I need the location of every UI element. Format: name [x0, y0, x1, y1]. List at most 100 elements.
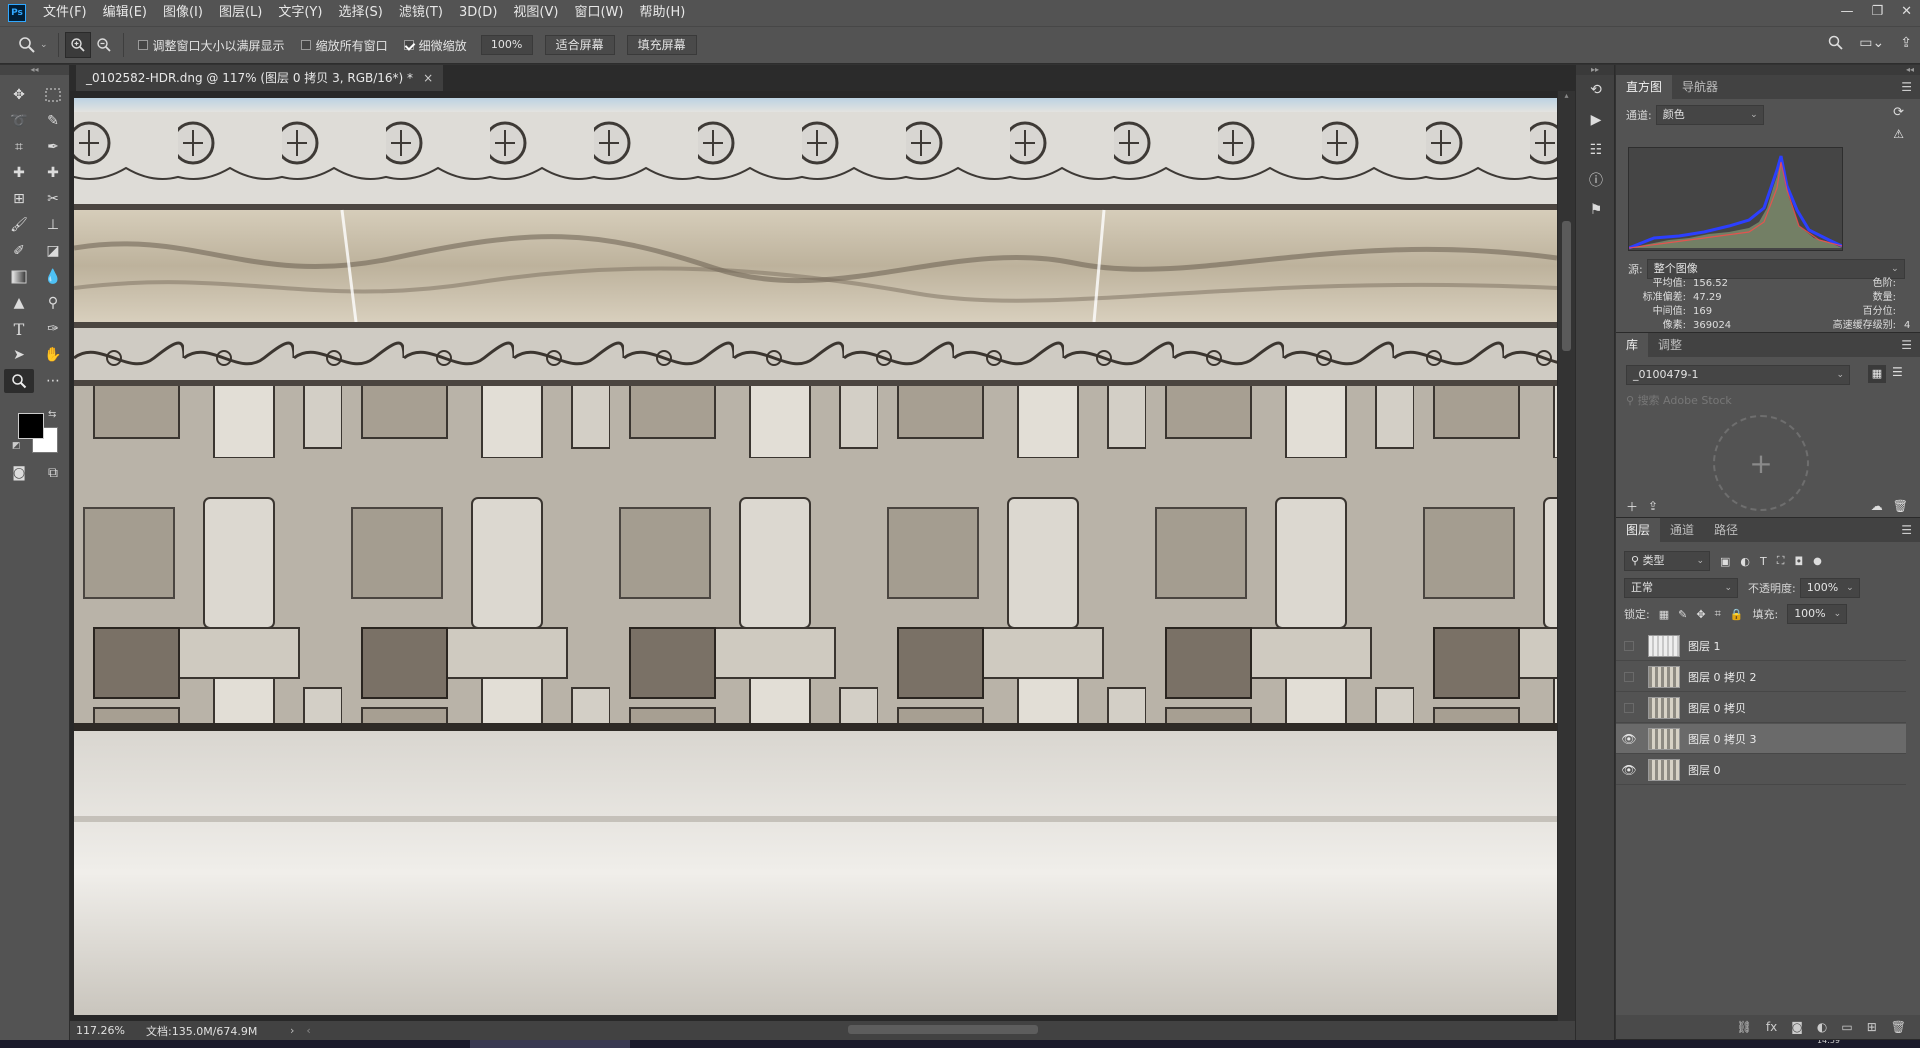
- tab-libraries[interactable]: 库: [1616, 333, 1649, 357]
- eraser-tool-icon[interactable]: ◪: [38, 239, 68, 263]
- tab-navigator[interactable]: 导航器: [1672, 75, 1728, 99]
- preset-chevron-down-icon[interactable]: ⌄: [40, 40, 48, 50]
- share-icon[interactable]: ⇪: [1900, 35, 1912, 54]
- layer-row[interactable]: 图层 0 拷贝: [1616, 693, 1906, 723]
- image-canvas[interactable]: [74, 98, 1557, 1015]
- document-tab[interactable]: _0102582-HDR.dng @ 117% (图层 0 拷贝 3, RGB/…: [76, 65, 444, 91]
- blend-mode-dropdown[interactable]: 正常 ⌄: [1624, 578, 1738, 598]
- healing-brush-tool-icon[interactable]: ✚: [4, 161, 34, 185]
- lasso-tool-icon[interactable]: ➰: [4, 109, 34, 133]
- menu-window[interactable]: 窗口(W): [566, 0, 631, 26]
- refresh-icon[interactable]: ⟳: [1893, 105, 1904, 120]
- grid-view-icon[interactable]: ▦: [1868, 365, 1886, 383]
- panel-menu-icon[interactable]: ☰: [1901, 80, 1912, 94]
- fit-screen-button[interactable]: 适合屏幕: [544, 35, 615, 55]
- burn-tool-icon[interactable]: ⚲: [38, 291, 68, 315]
- path-selection-tool-icon[interactable]: ➤: [4, 343, 34, 367]
- eye-icon[interactable]: 👁: [1616, 763, 1642, 777]
- panel-menu-icon[interactable]: ☰: [1901, 338, 1912, 352]
- layer-row[interactable]: 图层 0 拷贝 2: [1616, 662, 1906, 692]
- layer-row-selected[interactable]: 👁 图层 0 拷贝 3: [1616, 724, 1906, 754]
- list-view-icon[interactable]: ☰: [1892, 365, 1903, 379]
- perspective-crop-icon[interactable]: ✂: [38, 187, 68, 211]
- menu-type[interactable]: 文字(Y): [270, 0, 330, 26]
- brush-tool-icon[interactable]: 🖌: [4, 213, 34, 237]
- history-brush-tool-icon[interactable]: ✐: [4, 239, 34, 263]
- close-icon[interactable]: ✕: [1901, 0, 1912, 24]
- link-layers-icon[interactable]: ⛓: [1737, 1020, 1752, 1034]
- checkbox-box[interactable]: [137, 40, 148, 50]
- move-tool-icon[interactable]: ✥: [4, 83, 34, 107]
- tab-layers[interactable]: 图层: [1616, 518, 1661, 542]
- zoom-out-icon[interactable]: [91, 32, 117, 58]
- hand-tool-icon[interactable]: ✋: [38, 343, 68, 367]
- checkbox-box-checked[interactable]: [403, 40, 414, 50]
- lock-artboard-icon[interactable]: ⌗: [1715, 607, 1721, 621]
- scroll-left-icon[interactable]: ‹: [306, 1024, 310, 1037]
- add-mask-icon[interactable]: ◙: [1791, 1020, 1803, 1034]
- more-tools-icon[interactable]: ⋯: [38, 369, 68, 393]
- gradient-tool-icon[interactable]: [4, 265, 34, 289]
- fill-screen-button[interactable]: 填充屏幕: [626, 35, 697, 55]
- swap-colors-icon[interactable]: ⇆: [48, 409, 56, 420]
- filter-pixel-icon[interactable]: ▣: [1720, 555, 1730, 568]
- panels-collapse-icon[interactable]: ◂◂: [1616, 65, 1920, 75]
- layer-style-icon[interactable]: fx: [1766, 1020, 1777, 1034]
- properties-icon[interactable]: ☷: [1576, 135, 1616, 165]
- lock-position-icon[interactable]: ✥: [1696, 608, 1705, 621]
- tab-adjustments[interactable]: 调整: [1648, 333, 1692, 357]
- minimize-icon[interactable]: —: [1840, 0, 1853, 24]
- filter-smart-object-icon[interactable]: ◘: [1794, 555, 1803, 568]
- upload-icon[interactable]: ⇪: [1648, 499, 1658, 513]
- source-dropdown[interactable]: 整个图像 ⌄: [1646, 259, 1905, 279]
- opacity-field[interactable]: 100% ⌄: [1799, 578, 1860, 598]
- vertical-scroll-thumb[interactable]: [1562, 221, 1571, 351]
- visibility-toggle-off[interactable]: [1624, 702, 1634, 713]
- menu-help[interactable]: 帮助(H): [631, 0, 693, 26]
- tab-channels[interactable]: 通道: [1660, 518, 1704, 542]
- horizontal-scroll-thumb[interactable]: [848, 1025, 1038, 1034]
- lock-image-icon[interactable]: ✎: [1678, 608, 1687, 621]
- checkbox-box[interactable]: [300, 40, 311, 50]
- zoom-tool-icon[interactable]: [4, 369, 34, 393]
- menu-select[interactable]: 选择(S): [330, 0, 390, 26]
- resize-windows-checkbox[interactable]: 调整窗口大小以满屏显示: [137, 37, 285, 54]
- restore-icon[interactable]: ❐: [1871, 0, 1883, 24]
- layer-name[interactable]: 图层 0 拷贝 3: [1688, 731, 1757, 747]
- info-icon[interactable]: ⓘ: [1576, 165, 1616, 195]
- fill-field[interactable]: 100% ⌄: [1787, 604, 1848, 624]
- actions-play-icon[interactable]: ▶: [1576, 105, 1616, 135]
- zoom-level[interactable]: 117.26%: [76, 1024, 146, 1037]
- add-content-icon[interactable]: ＋: [1626, 498, 1638, 515]
- menu-3d[interactable]: 3D(D): [451, 0, 505, 26]
- eye-icon[interactable]: 👁: [1616, 732, 1642, 746]
- foreground-color-swatch[interactable]: [18, 413, 44, 439]
- patch-tool-icon[interactable]: ✚: [38, 161, 68, 185]
- eyedropper-tool-icon[interactable]: ✒: [38, 135, 68, 159]
- layer-name[interactable]: 图层 0 拷贝: [1688, 700, 1746, 716]
- creative-cloud-icon[interactable]: ☁: [1871, 499, 1883, 513]
- filter-adjustment-icon[interactable]: ◐: [1740, 555, 1750, 568]
- tab-paths[interactable]: 路径: [1704, 518, 1748, 542]
- history-icon[interactable]: ⟲: [1576, 75, 1616, 105]
- filter-type-icon[interactable]: T: [1760, 555, 1767, 568]
- layer-name[interactable]: 图层 1: [1688, 638, 1721, 654]
- stock-search-field[interactable]: ⚲ 搜索 Adobe Stock: [1622, 391, 1912, 411]
- type-tool-icon[interactable]: T: [4, 317, 34, 341]
- filter-shape-icon[interactable]: ⛶: [1777, 554, 1785, 568]
- layer-thumbnail[interactable]: [1648, 758, 1680, 781]
- menu-image[interactable]: 图像(I): [155, 0, 211, 26]
- strip-collapse-icon[interactable]: ▸▸: [1576, 65, 1614, 75]
- new-layer-icon[interactable]: ⊞: [1867, 1020, 1877, 1034]
- menu-view[interactable]: 视图(V): [505, 0, 566, 26]
- clone-stamp-tool-icon[interactable]: ⊥: [38, 213, 68, 237]
- menu-edit[interactable]: 编辑(E): [95, 0, 155, 26]
- layer-name[interactable]: 图层 0: [1688, 762, 1721, 778]
- zoom-all-windows-checkbox[interactable]: 缩放所有窗口: [300, 37, 388, 54]
- visibility-toggle-off[interactable]: [1624, 671, 1634, 682]
- delete-icon[interactable]: 🗑: [1893, 499, 1908, 513]
- taskbar-active-app[interactable]: [470, 1040, 630, 1048]
- filter-toggle-icon[interactable]: ●: [1813, 556, 1822, 567]
- zoom-in-icon[interactable]: [64, 32, 91, 58]
- default-colors-icon[interactable]: ◩: [12, 441, 21, 451]
